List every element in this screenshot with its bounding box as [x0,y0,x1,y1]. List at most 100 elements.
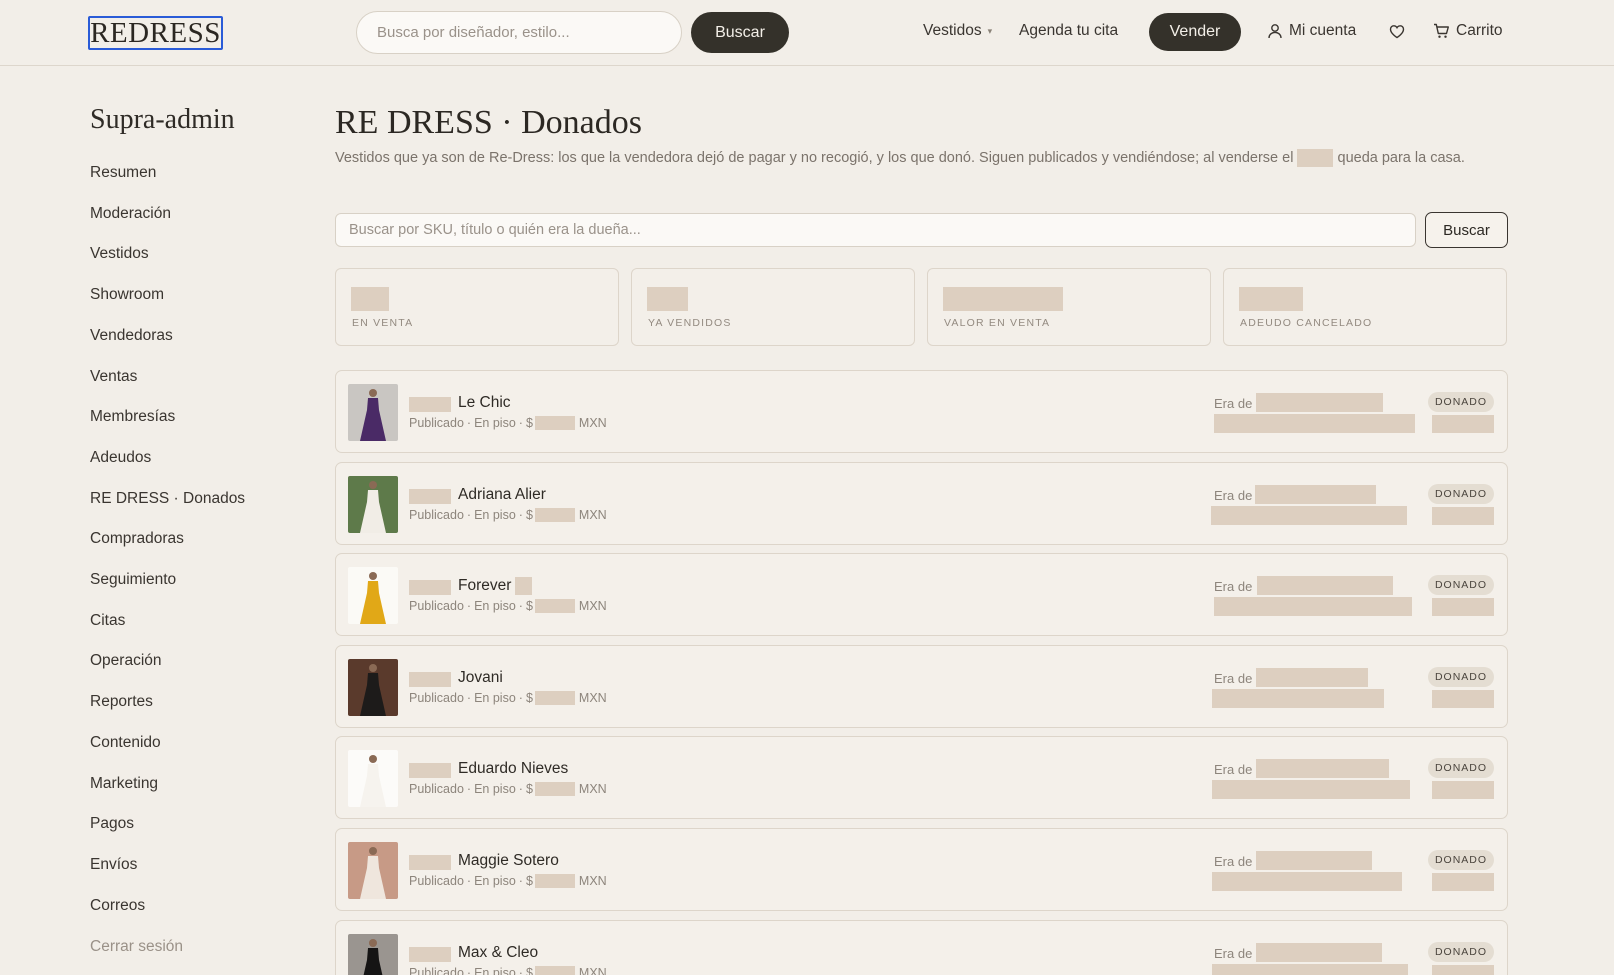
separator: · [466,782,472,797]
row-action-redacted[interactable] [1432,506,1494,525]
list-item[interactable]: Max & Cleo Publicado · En piso · $ MXN Era de DO… [335,919,1508,975]
owner-name-redacted [1256,942,1382,962]
owner-contact-redacted [1214,597,1412,617]
sidebar-item-resumen[interactable]: Resumen [90,164,156,182]
status-badge: DONADO [1428,666,1494,687]
donados-search-input[interactable] [335,213,1416,247]
price-redacted [534,690,575,705]
price-redacted [534,965,575,975]
currency-text: MXN [578,782,607,797]
status-text: Publicado [409,874,464,888]
nav-vestidos[interactable]: Vestidos ▾ [923,22,992,40]
row-action-redacted[interactable] [1432,781,1494,800]
location-text: En piso [474,507,516,522]
dress-thumbnail[interactable] [348,750,398,808]
sidebar-item-marketing[interactable]: Marketing [90,775,158,793]
row-action-redacted[interactable] [1432,415,1494,433]
location-text: En piso [474,965,516,975]
owner-label: Era de [1214,945,1253,961]
stat-card-en-venta: EN VENTA [335,268,619,346]
brand-label: Le Chic [458,394,511,411]
list-item[interactable]: Forever Publicado · En piso · $ MXN Era de DONAD… [335,553,1508,637]
sidebar-item-ventas[interactable]: Ventas [90,368,137,386]
row-action-redacted[interactable] [1432,689,1494,708]
sidebar-item-seguimiento[interactable]: Seguimiento [90,571,176,589]
dress-meta: Publicado · En piso · $ MXN [409,416,607,430]
sidebar-item-membresías[interactable]: Membresías [90,408,175,426]
sidebar-item-vestidos[interactable]: Vestidos [90,245,149,263]
list-item[interactable]: Le Chic Publicado · En piso · $ MXN Era de DONAD… [335,370,1508,453]
currency-text: MXN [578,965,607,975]
dress-meta: Publicado · En piso · $ MXN [409,965,607,975]
dress-brand: Max & Cleo [458,944,538,962]
dress-thumbnail[interactable] [348,842,398,899]
list-item[interactable]: Eduardo Nieves Publicado · En piso · $ MXN Era … [335,736,1508,820]
list-item[interactable]: Adriana Alier Publicado · En piso · $ MXN Era d… [335,461,1508,545]
sidebar-item-adeudos[interactable]: Adeudos [90,449,151,467]
brand-label: Eduardo Nieves [458,760,569,778]
stat-label: YA VENDIDOS [648,317,732,329]
sidebar-item-showroom[interactable]: Showroom [90,286,164,304]
list-item[interactable]: Maggie Sotero Publicado · En piso · $ MXN Era d… [335,828,1508,911]
stat-label: ADEUDO CANCELADO [1240,317,1373,329]
owner-name-redacted [1256,667,1368,687]
owner-contact-redacted [1212,780,1410,800]
owner-name-redacted [1255,484,1376,504]
site-search-input[interactable] [356,11,682,54]
donados-search-button[interactable]: Buscar [1425,212,1508,248]
stat-card-ya-vendidos: YA VENDIDOS [631,268,915,346]
dress-thumbnail[interactable] [348,475,398,533]
status-text: Publicado [409,507,464,522]
logo[interactable]: REDRESS [88,16,223,50]
owner-label: Era de [1214,854,1253,869]
sidebar-item-citas[interactable]: Citas [90,612,125,630]
user-icon [1267,23,1283,39]
dress-meta: Publicado · En piso · $ MXN [409,690,607,705]
status-text: Publicado [409,782,464,797]
redacted-value [515,577,533,596]
sidebar-item-compradoras[interactable]: Compradoras [90,530,184,548]
list-item[interactable]: Jovani Publicado · En piso · $ MXN Era de DONADO [335,644,1508,728]
dress-thumbnail[interactable] [348,658,398,716]
price-redacted [534,507,575,522]
status-text: Publicado [409,599,464,614]
sidebar-item-correos[interactable]: Correos [90,897,145,915]
sidebar-item-vendedoras[interactable]: Vendedoras [90,327,173,345]
currency-prefix: $ [525,507,533,522]
sell-button[interactable]: Vender [1149,13,1241,51]
separator: · [466,599,472,614]
description-text-2: queda para la casa. [1337,150,1465,166]
sidebar-item-contenido[interactable]: Contenido [90,734,161,752]
row-action-redacted[interactable] [1432,598,1494,617]
sidebar-item-re-dress-donados[interactable]: RE DRESS · Donados [90,490,245,508]
location-text: En piso [474,416,516,430]
favorites-button[interactable] [1389,24,1405,39]
sidebar-item-pagos[interactable]: Pagos [90,815,134,833]
row-action-redacted[interactable] [1432,873,1494,891]
dress-thumbnail[interactable] [348,933,398,975]
separator: · [518,599,523,614]
sidebar-item-reportes[interactable]: Reportes [90,693,153,711]
status-badge: DONADO [1428,392,1494,412]
sku-redacted [409,855,451,870]
stat-value-redacted [1239,287,1303,311]
owner-label: Era de [1214,487,1253,503]
separator: · [466,507,472,522]
owner-contact-redacted [1212,688,1384,708]
location-text: En piso [474,599,516,614]
site-search-button[interactable]: Buscar [691,12,789,53]
logout-link[interactable]: Cerrar sesión [90,938,183,956]
price-redacted [534,599,575,614]
dress-thumbnail[interactable] [348,384,398,441]
nav-agenda[interactable]: Agenda tu cita [1019,22,1118,40]
separator: · [466,416,472,430]
location-text: En piso [474,690,516,705]
sidebar-item-operación[interactable]: Operación [90,652,162,670]
row-action-redacted[interactable] [1432,964,1494,975]
separator: · [518,965,523,975]
nav-cart[interactable]: Carrito [1433,22,1503,40]
nav-account[interactable]: Mi cuenta [1267,22,1356,40]
sidebar-item-moderación[interactable]: Moderación [90,205,171,223]
sidebar-item-envíos[interactable]: Envíos [90,856,137,874]
dress-thumbnail[interactable] [348,567,398,625]
